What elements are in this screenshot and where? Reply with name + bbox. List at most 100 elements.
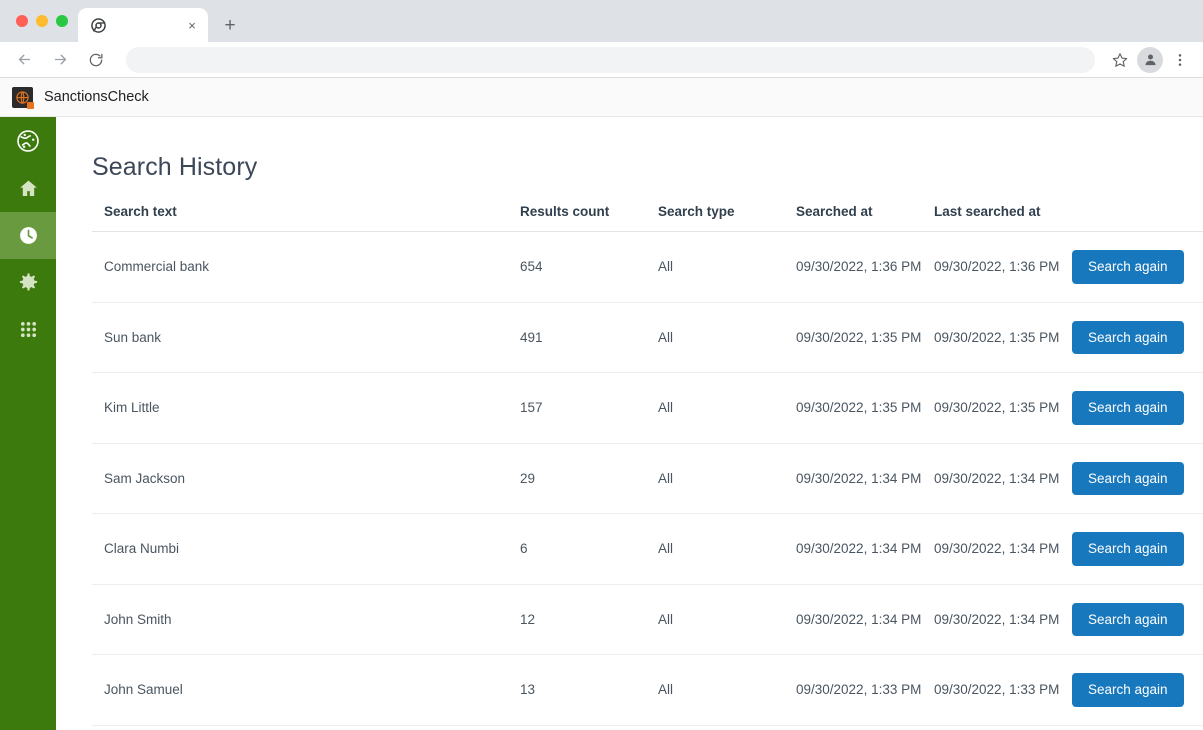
column-header-search-text: Search text xyxy=(92,204,508,232)
table-row: Commercial bank 654 All 09/30/2022, 1:36 PM… xyxy=(92,231,1203,303)
row-results-count: 29 xyxy=(508,443,646,514)
table-body: Commercial bank 654 All 09/30/2022, 1:36 PM… xyxy=(92,231,1203,730)
app-body: Search History Search text Results count… xyxy=(0,117,1203,730)
chrome-icon xyxy=(90,17,106,33)
search-again-button[interactable]: Search again xyxy=(1072,461,1184,495)
reload-icon[interactable] xyxy=(82,46,110,74)
page-title: Search History xyxy=(92,153,258,181)
table-row: Sam Jackson 29 All 09/30/2022, 1:34 PM 09/30… xyxy=(92,443,1203,514)
row-search-type: All xyxy=(646,443,784,514)
row-search-type: All xyxy=(646,654,784,726)
row-searched-at: 09/30/2022, 1:34 PM xyxy=(784,443,922,514)
avatar-icon[interactable] xyxy=(1137,46,1163,73)
row-search-text: Kim Little xyxy=(92,372,508,444)
row-action-cell: Search again xyxy=(1060,654,1203,726)
browser-tabstrip: × + xyxy=(0,0,1203,42)
row-last-searched-at: 09/30/2022, 1:34 PM xyxy=(922,513,1060,585)
row-action-cell: Search again xyxy=(1060,725,1203,730)
row-last-searched-at: 09/30/2022, 1:35 PM xyxy=(922,372,1060,444)
row-searched-at: 09/30/2022, 1:35 PM xyxy=(784,372,922,444)
row-search-text: Sam Jackson xyxy=(92,443,508,514)
sidebar-item-logo[interactable] xyxy=(0,117,56,165)
three-dot-menu-icon[interactable] xyxy=(1167,47,1193,73)
column-header-results-count: Results count xyxy=(508,204,646,232)
row-searched-at: 09/30/2022, 1:33 PM xyxy=(784,654,922,726)
close-icon[interactable]: × xyxy=(184,17,200,33)
row-search-text: Sun bank xyxy=(92,302,508,373)
row-search-text: John Samuel xyxy=(92,654,508,726)
row-last-searched-at: 09/30/2022, 1:36 PM xyxy=(922,231,1060,303)
column-header-actions xyxy=(1060,204,1203,232)
sidebar-item-settings[interactable] xyxy=(0,259,56,306)
main-content: Search History Search text Results count… xyxy=(56,117,1203,730)
app-header: SanctionsCheck xyxy=(0,78,1203,117)
table-row: Clara Numbi 6 All 09/30/2022, 1:34 PM 09/30/… xyxy=(92,513,1203,585)
row-action-cell: Search again xyxy=(1060,231,1203,303)
minimize-window-button[interactable] xyxy=(36,15,48,27)
star-icon[interactable] xyxy=(1107,47,1133,73)
new-tab-button[interactable]: + xyxy=(216,11,244,39)
sidebar-item-home[interactable] xyxy=(0,165,56,212)
row-search-type: All xyxy=(646,231,784,303)
row-results-count: 157 xyxy=(508,372,646,444)
table-row: Kim Little 157 All 09/30/2022, 1:35 PM 09/30… xyxy=(92,372,1203,444)
row-results-count: 6 xyxy=(508,513,646,585)
browser-toolbar xyxy=(0,42,1203,78)
table-head: Search text Results count Search type Se… xyxy=(92,204,1203,232)
back-icon[interactable] xyxy=(10,46,38,74)
row-results-count: 13 xyxy=(508,654,646,726)
row-results-count: 2 xyxy=(508,725,646,730)
row-search-type: All xyxy=(646,513,784,585)
row-last-searched-at: 09/30/2022, 1:32 PM xyxy=(922,725,1060,730)
row-search-text: John Smith xyxy=(92,584,508,655)
forward-icon[interactable] xyxy=(46,46,74,74)
address-bar[interactable] xyxy=(126,46,1095,73)
column-header-search-type: Search type xyxy=(646,204,784,232)
row-search-text: Petty Herman xyxy=(92,725,508,730)
row-searched-at: 09/30/2022, 1:34 PM xyxy=(784,584,922,655)
search-again-button[interactable]: Search again xyxy=(1072,673,1184,707)
row-action-cell: Search again xyxy=(1060,302,1203,373)
search-again-button[interactable]: Search again xyxy=(1072,532,1184,566)
browser-tab[interactable]: × xyxy=(78,8,208,42)
row-searched-at: 09/30/2022, 1:34 PM xyxy=(784,513,922,585)
sidebar-item-apps[interactable] xyxy=(0,306,56,353)
row-search-type: All xyxy=(646,372,784,444)
table-header-row: Search text Results count Search type Se… xyxy=(92,204,1203,232)
sidebar xyxy=(0,117,56,730)
app-brand-name: SanctionsCheck xyxy=(44,89,149,105)
row-last-searched-at: 09/30/2022, 1:33 PM xyxy=(922,654,1060,726)
table-row: John Samuel 13 All 09/30/2022, 1:33 PM 09/30… xyxy=(92,654,1203,726)
close-window-button[interactable] xyxy=(16,15,28,27)
row-searched-at: 09/30/2022, 1:36 PM xyxy=(784,231,922,303)
row-action-cell: Search again xyxy=(1060,443,1203,514)
row-results-count: 654 xyxy=(508,231,646,303)
table-row: Petty Herman2All09/30/2022, 1:32 PM09/30… xyxy=(92,725,1203,730)
row-searched-at: 09/30/2022, 1:32 PM xyxy=(784,725,922,730)
row-action-cell: Search again xyxy=(1060,584,1203,655)
row-last-searched-at: 09/30/2022, 1:35 PM xyxy=(922,302,1060,373)
logo-badge xyxy=(27,101,34,109)
row-last-searched-at: 09/30/2022, 1:34 PM xyxy=(922,443,1060,514)
table-row: John Smith 12 All 09/30/2022, 1:34 PM 09/30/… xyxy=(92,584,1203,655)
window-controls xyxy=(10,0,78,42)
column-header-last-searched-at: Last searched at xyxy=(922,204,1060,232)
row-search-type: All xyxy=(646,725,784,730)
search-again-button[interactable]: Search again xyxy=(1072,250,1184,284)
table-row: Sun bank 491 All 09/30/2022, 1:35 PM 09/30/2… xyxy=(92,302,1203,373)
row-searched-at: 09/30/2022, 1:35 PM xyxy=(784,302,922,373)
search-again-button[interactable]: Search again xyxy=(1072,391,1184,425)
row-action-cell: Search again xyxy=(1060,513,1203,585)
column-header-searched-at: Searched at xyxy=(784,204,922,232)
globe-logo-icon xyxy=(12,86,34,109)
maximize-window-button[interactable] xyxy=(56,15,68,27)
search-history-table: Search text Results count Search type Se… xyxy=(92,204,1203,730)
search-again-button[interactable]: Search again xyxy=(1072,320,1184,354)
application: SanctionsCheck Search History Search tex… xyxy=(0,78,1203,730)
row-action-cell: Search again xyxy=(1060,372,1203,444)
search-again-button[interactable]: Search again xyxy=(1072,602,1184,636)
row-results-count: 12 xyxy=(508,584,646,655)
row-last-searched-at: 09/30/2022, 1:34 PM xyxy=(922,584,1060,655)
sidebar-item-history[interactable] xyxy=(0,212,56,259)
row-search-text: Commercial bank xyxy=(92,231,508,303)
